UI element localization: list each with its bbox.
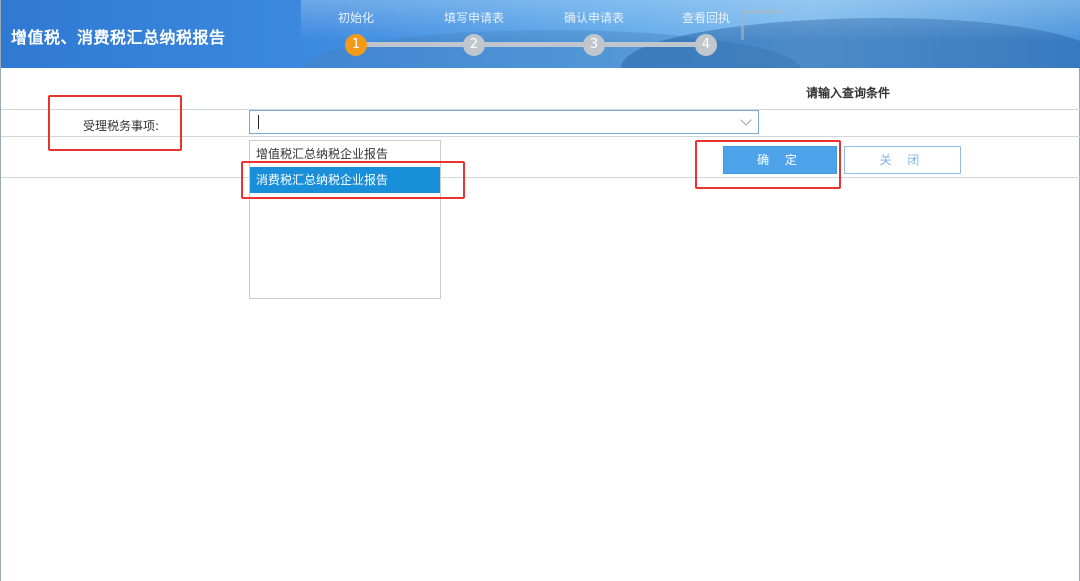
step-1: 初始化 1 bbox=[311, 0, 401, 56]
app-title: 增值税、消费税汇总纳税报告 bbox=[11, 28, 226, 47]
text-caret bbox=[258, 115, 259, 129]
step-number: 3 bbox=[583, 34, 605, 56]
step-progress: 初始化 1 填写申请表 2 确认申请表 3 查看回执 4 bbox=[311, 0, 751, 68]
step-connector bbox=[356, 42, 716, 47]
step-label: 确认申请表 bbox=[563, 11, 624, 25]
highlight-box-option bbox=[241, 161, 465, 199]
step-3: 确认申请表 3 bbox=[549, 0, 639, 56]
query-heading: 请输入查询条件 bbox=[806, 86, 891, 100]
step-label: 填写申请表 bbox=[443, 11, 504, 25]
step-number: 4 bbox=[695, 34, 717, 56]
highlight-box-label bbox=[48, 95, 182, 151]
step-number: 2 bbox=[463, 34, 485, 56]
chevron-down-icon[interactable] bbox=[740, 114, 752, 126]
header-banner: 增值税、消费税汇总纳税报告 初始化 1 填写申请表 2 确认申请表 3 查看回执… bbox=[1, 0, 1080, 68]
tax-matter-select[interactable] bbox=[249, 110, 759, 134]
step-2: 填写申请表 2 bbox=[429, 0, 519, 56]
highlight-box-confirm bbox=[695, 140, 841, 189]
close-button[interactable]: 关 闭 bbox=[844, 146, 961, 174]
app-window: 增值税、消费税汇总纳税报告 初始化 1 填写申请表 2 确认申请表 3 查看回执… bbox=[0, 0, 1080, 581]
step-label: 初始化 bbox=[337, 11, 374, 25]
step-number: 1 bbox=[345, 34, 367, 56]
step-4: 查看回执 4 bbox=[661, 0, 751, 56]
step-label: 查看回执 bbox=[681, 11, 730, 25]
